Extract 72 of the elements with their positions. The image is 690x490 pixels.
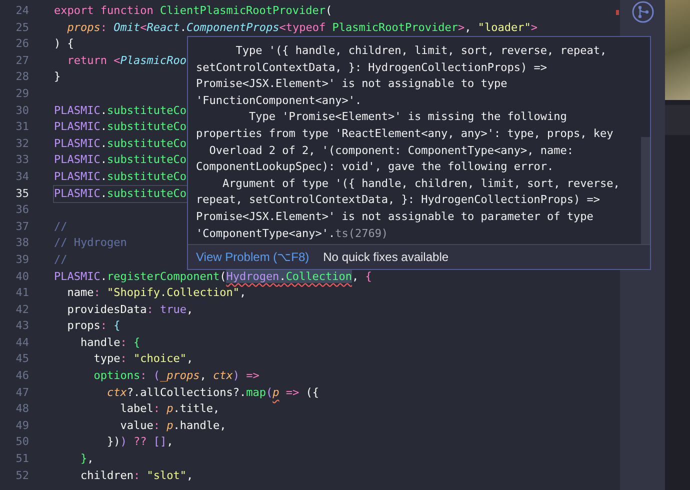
error-message-line: properties from type 'ReactElement<any, any>': type, props, key [196, 126, 614, 142]
error-message-line: Argument of type '({ handle, children, limit, sort, reverse, [221, 176, 621, 192]
line-number: 50 [14, 434, 29, 450]
error-message-line: 'FunctionComponent<any>'. [196, 92, 363, 109]
line-number: 43 [14, 318, 29, 334]
line-number: 30 [14, 102, 29, 119]
line-number: 34 [14, 168, 29, 185]
error-marker [616, 10, 619, 15]
error-message-line: Promise<JSX.Element>' is not assignable to type [196, 76, 508, 92]
line-number: 38 [14, 235, 29, 252]
line-number: 28 [14, 69, 29, 86]
error-message-line: Promise<JSX.Element>' is not assignable to parameter of type [196, 208, 594, 225]
line-number: 41 [14, 285, 29, 302]
line-number: 46 [14, 368, 29, 384]
error-message-line: ComponentLookupSpec): void', gave the following error. [196, 159, 555, 176]
line-number: 36 [14, 202, 29, 218]
code-line: ) { [54, 36, 74, 52]
error-message-line: 'ComponentType<any>'.ts(2769) [196, 226, 390, 242]
line-number: 26 [14, 36, 29, 52]
code-line: // Hydrogen [54, 235, 127, 252]
line-number: 31 [14, 119, 29, 136]
code-line: providesData: true, [66, 302, 194, 318]
code-line: })) ?? [], [106, 434, 174, 450]
line-number: 25 [14, 20, 29, 36]
line-number: 42 [14, 302, 29, 318]
line-number: 45 [14, 351, 29, 368]
code-line: children: "slot", [79, 468, 194, 484]
code-line: } [54, 69, 61, 86]
code-line: }, [79, 451, 94, 468]
code-line: PLASMIC.substituteCo [54, 119, 186, 136]
code-line: label: p.title, [119, 401, 220, 418]
line-number: 39 [14, 252, 29, 268]
code-line: PLASMIC.substituteCo [54, 102, 186, 119]
code-line: export function ClientPlasmicRootProvider( [54, 3, 332, 19]
line-number: 32 [14, 136, 29, 152]
code-line: PLASMIC.substituteCo [54, 168, 186, 185]
error-message-line: Type '({ handle, children, limit, sort, reverse, repeat, [234, 43, 608, 59]
code-line: PLASMIC.registerComponent(Hydrogen.Collection, { [54, 268, 372, 284]
code-line: handle: { [79, 334, 140, 351]
error-message-line: Type 'Promise<Element>' is missing the following [248, 109, 568, 126]
line-number: 47 [14, 384, 29, 401]
code-line: props: { [66, 318, 120, 334]
line-number: 49 [14, 418, 29, 434]
code-line: return <PlasmicRoo [66, 52, 186, 69]
line-number: 35 [14, 186, 29, 202]
code-line: props: Omit<React.ComponentProps<typeof PlasmicRootProvider>, "loader"> [66, 20, 538, 36]
scrollbar-thumb[interactable] [641, 137, 650, 247]
code-line: options: (_props, ctx) => [92, 368, 260, 384]
code-line: ctx?.allCollections?.map(p => ({ [106, 384, 319, 401]
error-message-line: Overload 2 of 2, '(component: ComponentType<any>, name: [208, 142, 574, 159]
code-line: PLASMIC.substituteCo [54, 136, 186, 152]
line-number: 24 [14, 3, 29, 19]
line-number: 40 [14, 268, 29, 284]
error-message-line: repeat, setControlContextData, }: HydrogenCollectionProps) => [196, 192, 601, 208]
line-number: 48 [14, 401, 29, 418]
line-number: 27 [14, 52, 29, 69]
line-number: 33 [14, 152, 29, 168]
line-number: 37 [14, 218, 29, 235]
code-line: value: p.handle, [119, 418, 226, 434]
view-problem-link[interactable]: View Problem (⌥F8) [196, 250, 310, 264]
code-line: // [54, 252, 68, 268]
error-message-line: setControlContextData, }: HydrogenCollectionProps) => [196, 60, 548, 76]
quick-fix-status: No quick fixes available [323, 250, 449, 264]
line-number: 44 [14, 334, 29, 351]
code-line: // [54, 218, 68, 235]
code-line: name: "Shopify.Collection", [66, 285, 246, 302]
git-branch-icon[interactable] [632, 1, 654, 23]
line-number: 52 [14, 468, 29, 484]
code-line: PLASMIC.substituteCo [54, 152, 186, 168]
code-line: type: "choice", [92, 351, 194, 368]
line-number: 29 [14, 86, 29, 102]
line-number: 51 [14, 451, 29, 468]
